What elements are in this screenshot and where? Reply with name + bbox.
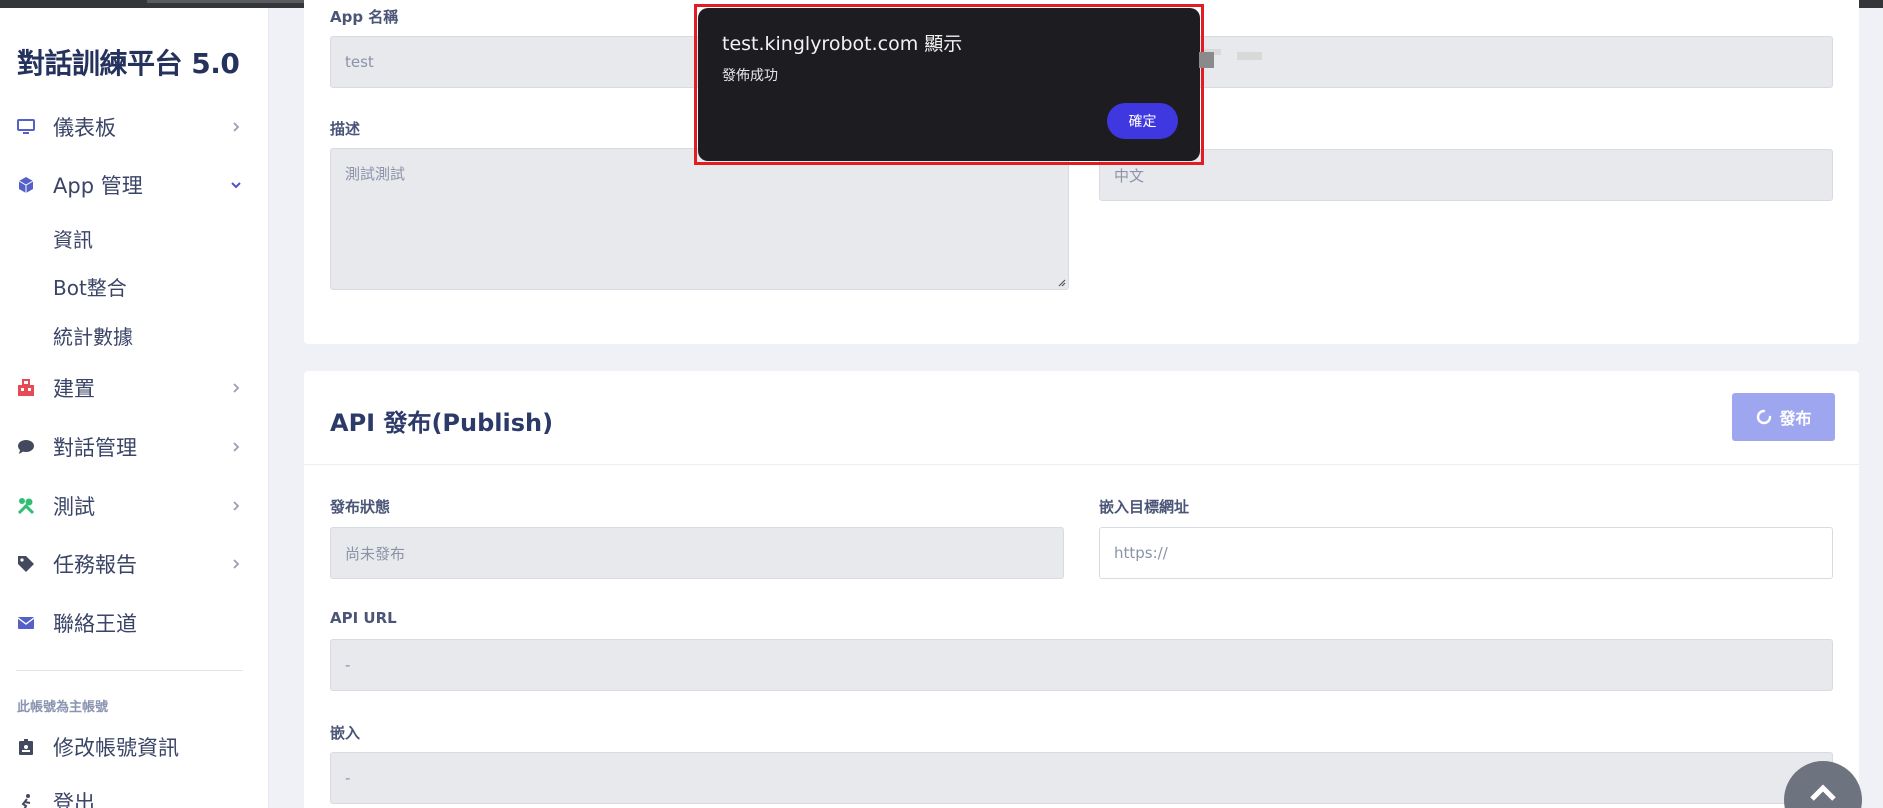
embed-field[interactable]: - <box>330 752 1833 804</box>
alert-dialog: test.kinglyrobot.com 顯示 發佈成功 確定 <box>698 8 1200 161</box>
api-url-label: API URL <box>330 609 397 627</box>
resize-grip-icon[interactable] <box>1056 277 1066 287</box>
monitor-icon <box>16 117 36 137</box>
sidebar-item-label: 建置 <box>53 377 95 401</box>
sidebar-item-label: 修改帳號資訊 <box>53 736 179 760</box>
chevron-down-icon <box>230 179 242 191</box>
sidebar-item-label: 對話管理 <box>53 436 137 460</box>
description-label: 描述 <box>330 120 361 138</box>
dialog-title: test.kinglyrobot.com 顯示 <box>722 33 963 55</box>
sidebar-item-label: 儀表板 <box>53 116 116 140</box>
id-card-icon <box>16 737 36 757</box>
redacted-area <box>1199 52 1214 68</box>
sidebar-item-dashboard[interactable]: 儀表板 <box>0 105 269 149</box>
embed-target-input[interactable]: https:// <box>1099 527 1833 579</box>
sidebar-item-app-management[interactable]: App 管理 <box>0 163 269 207</box>
chevron-right-icon <box>230 121 242 133</box>
card-divider <box>304 464 1859 465</box>
redacted-area <box>1237 52 1262 60</box>
status-label: 發布狀態 <box>330 498 391 516</box>
api-url-field[interactable]: - <box>330 639 1833 691</box>
sidebar-item-logout[interactable]: 登出 <box>0 780 269 808</box>
embed-target-label: 嵌入目標網址 <box>1099 498 1190 516</box>
sidebar: 對話訓練平台 5.0 儀表板 App 管理 資訊 Bot整合 統計數據 建置 對… <box>0 8 269 808</box>
description-value: 測試測試 <box>345 165 406 183</box>
sidebar-item-label: 聯絡王道 <box>53 612 137 636</box>
sidebar-item-edit-account[interactable]: 修改帳號資訊 <box>0 725 269 769</box>
chevron-right-icon <box>230 558 242 570</box>
card-title: API 發布(Publish) <box>330 409 554 437</box>
status-field[interactable]: 尚未發布 <box>330 527 1064 579</box>
account-note: 此帳號為主帳號 <box>17 700 109 715</box>
api-publish-card: API 發布(Publish) 發布 發布狀態 尚未發布 嵌入目標網址 http… <box>304 371 1859 808</box>
cube-icon <box>16 175 36 195</box>
logout-icon <box>16 792 36 808</box>
sidebar-item-label: 任務報告 <box>53 553 137 577</box>
sidebar-item-label: 測試 <box>53 495 95 519</box>
sidebar-item-contact[interactable]: 聯絡王道 <box>0 601 269 645</box>
tag-icon <box>16 554 36 574</box>
chevron-right-icon <box>230 500 242 512</box>
chevron-right-icon <box>230 441 242 453</box>
publish-button[interactable]: 發布 <box>1732 393 1835 441</box>
publish-button-label: 發布 <box>1779 409 1812 428</box>
embed-label: 嵌入 <box>330 724 361 742</box>
chat-icon <box>16 437 36 457</box>
dialog-ok-button[interactable]: 確定 <box>1107 103 1178 139</box>
mail-icon <box>16 613 36 633</box>
build-icon <box>16 378 36 398</box>
sidebar-item-conversation-management[interactable]: 對話管理 <box>0 425 269 469</box>
sidebar-subitem-statistics[interactable]: 統計數據 <box>53 321 133 350</box>
sidebar-item-label: App 管理 <box>53 174 143 198</box>
description-textarea[interactable]: 測試測試 <box>330 148 1069 290</box>
app-name-label: App 名稱 <box>330 8 399 26</box>
chevron-up-icon <box>1810 784 1836 801</box>
tools-icon <box>16 496 36 516</box>
sidebar-item-testing[interactable]: 測試 <box>0 484 269 528</box>
chevron-right-icon <box>230 382 242 394</box>
sidebar-subitem-bot-integration[interactable]: Bot整合 <box>53 272 127 301</box>
sidebar-divider <box>16 670 243 671</box>
sidebar-subitem-info[interactable]: 資訊 <box>53 224 93 253</box>
spinner-icon <box>1757 409 1772 425</box>
brand-title: 對話訓練平台 5.0 <box>17 47 240 80</box>
sidebar-item-task-report[interactable]: 任務報告 <box>0 542 269 586</box>
sidebar-item-build[interactable]: 建置 <box>0 366 269 410</box>
sidebar-item-label: 登出 <box>53 791 95 808</box>
language-field[interactable]: 中文 <box>1099 149 1833 201</box>
dialog-message: 發佈成功 <box>722 68 778 84</box>
